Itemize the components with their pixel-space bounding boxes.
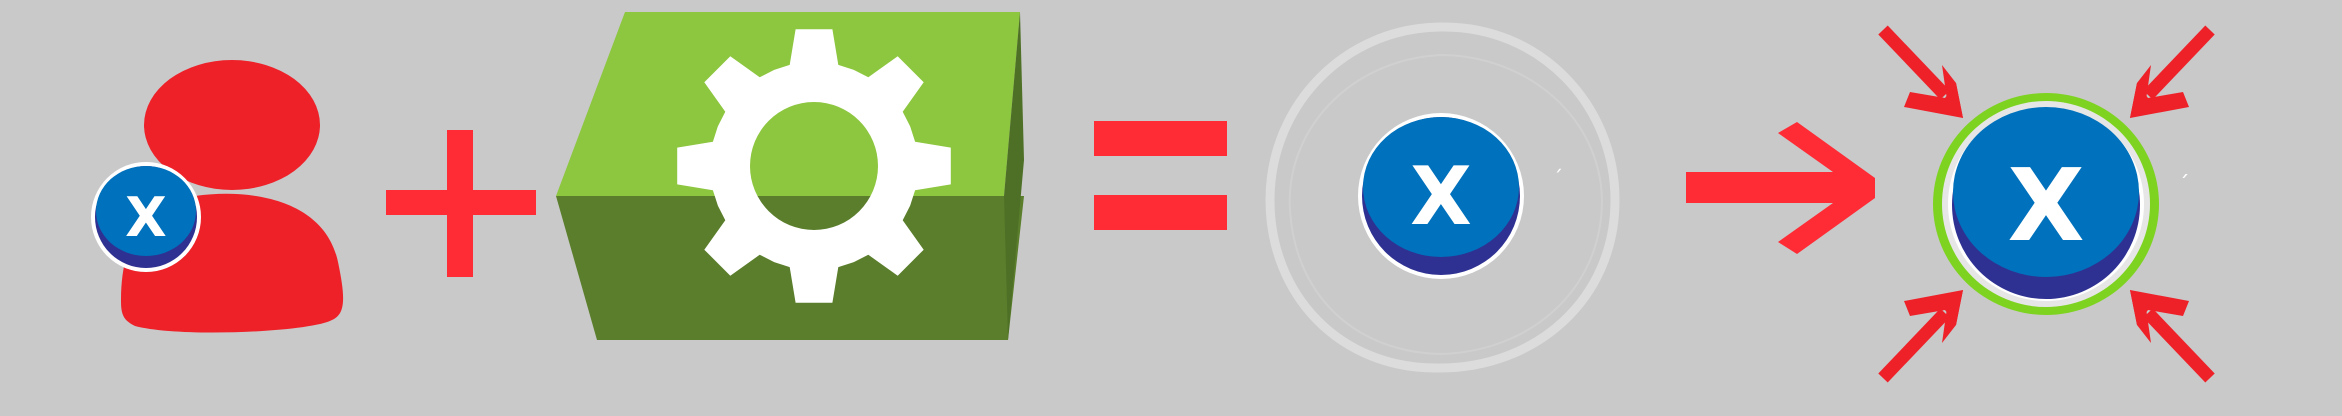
focus-arrow-top-left <box>1878 25 1963 118</box>
user-badge-letter: X <box>125 186 167 249</box>
focus-arrow-bottom-left <box>1878 290 1963 383</box>
user-x-badge: X <box>91 162 201 272</box>
gear-icon <box>677 29 951 303</box>
plus-icon <box>386 130 536 277</box>
gear-box-icon <box>556 12 1024 340</box>
bright-badge-sparkle: ˊ <box>2179 173 2190 198</box>
focus-arrow-top-right <box>2130 25 2215 118</box>
user-icon: X <box>91 60 344 333</box>
focus-arrow-bottom-right <box>2130 290 2215 383</box>
x-badge-icon: X ˊ <box>1265 22 1620 373</box>
arrow-right-icon <box>1686 122 1875 254</box>
equation-diagram: X X ˊ X ˊ <box>91 12 2215 383</box>
bright-badge-letter: X <box>2007 147 2084 264</box>
badge-sparkle: ˊ <box>1553 166 1563 190</box>
dim-badge-letter: X <box>1410 150 1472 243</box>
x-badge-highlighted-icon: X ˊ <box>1933 93 2190 315</box>
equals-icon <box>1094 121 1227 230</box>
